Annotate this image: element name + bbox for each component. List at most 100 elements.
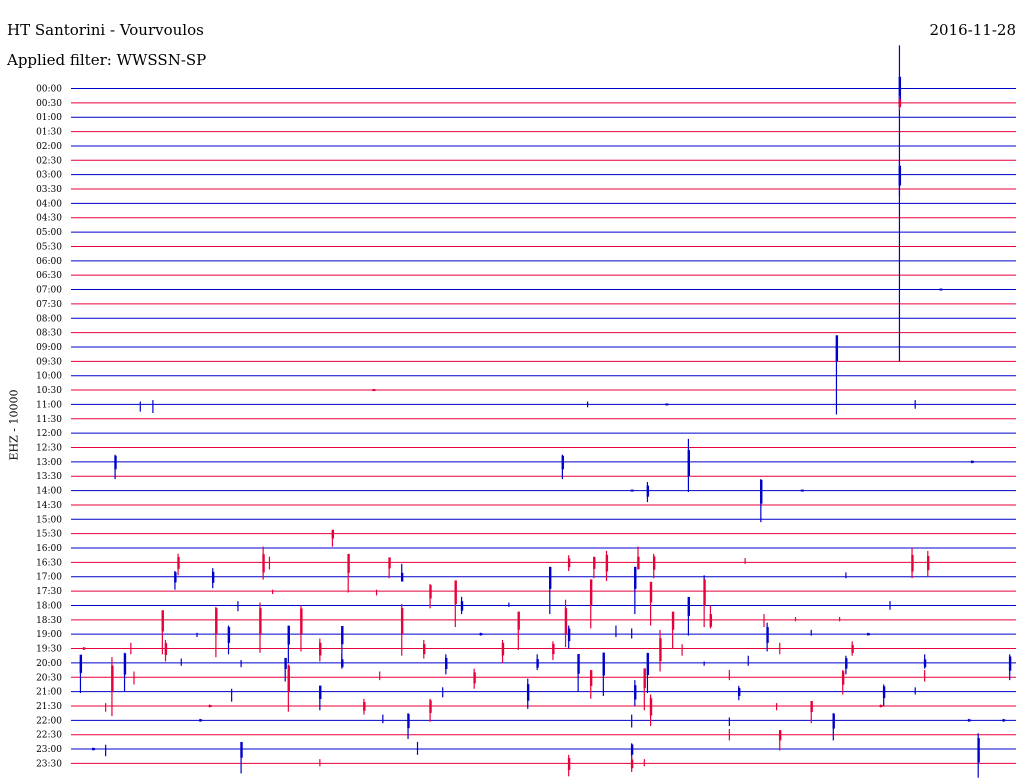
seismic-event	[347, 553, 350, 593]
seismic-event	[800, 489, 804, 492]
seismic-event	[879, 704, 883, 708]
row-label: 12:00	[36, 429, 62, 439]
trace-rows	[71, 88, 1016, 764]
seismic-event	[646, 481, 650, 503]
row-label: 04:00	[36, 199, 62, 209]
seismic-event	[227, 625, 231, 655]
seismic-event	[400, 604, 404, 656]
row-label: 06:30	[36, 271, 62, 281]
seismic-event	[939, 288, 943, 291]
seismic-event	[287, 664, 290, 712]
seismic-event	[646, 652, 650, 694]
seismic-event	[92, 747, 96, 751]
row-label: 02:00	[36, 142, 62, 152]
seismic-event	[111, 657, 114, 717]
row-label: 15:00	[36, 515, 62, 525]
seismic-event	[923, 654, 927, 669]
row-label: 21:00	[36, 688, 62, 698]
seismic-event	[665, 403, 669, 406]
seismic-event	[1008, 654, 1012, 681]
seismic-event	[564, 599, 568, 648]
row-label: 17:30	[36, 587, 62, 597]
seismic-event	[164, 639, 168, 662]
seismic-event	[577, 654, 580, 692]
seismic-event	[473, 668, 476, 689]
seismic-event	[423, 639, 426, 659]
seismic-event	[643, 668, 646, 711]
row-label: 18:30	[36, 616, 62, 626]
row-label: 12:30	[36, 444, 62, 454]
row-label: 18:00	[36, 601, 62, 611]
seismic-event	[649, 581, 653, 626]
row-label: 01:30	[36, 128, 62, 138]
seismic-event	[845, 655, 848, 675]
seismic-event	[240, 741, 243, 774]
row-label: 09:30	[36, 357, 62, 367]
seismic-event	[319, 685, 322, 711]
seismic-event	[671, 611, 675, 649]
row-label: 21:30	[36, 702, 62, 712]
seismic-event	[567, 754, 571, 777]
row-label: 00:00	[36, 85, 62, 95]
row-label: 11:00	[36, 400, 62, 410]
seismic-event	[161, 610, 164, 655]
row-label: 15:30	[36, 530, 62, 540]
seismic-event	[331, 529, 335, 547]
seismic-event	[460, 596, 464, 615]
seismic-event	[634, 680, 637, 706]
seismic-event	[687, 438, 690, 493]
seismic-event	[898, 160, 902, 197]
seismic-event	[967, 718, 971, 722]
seismic-event	[549, 566, 552, 615]
seismic-event	[977, 733, 980, 778]
seismic-events	[79, 45, 1012, 778]
seismic-event	[841, 670, 845, 695]
seismic-event	[567, 625, 571, 649]
seismic-event	[82, 647, 86, 650]
row-label: 08:00	[36, 314, 62, 324]
row-label: 05:30	[36, 242, 62, 252]
seismic-event	[177, 553, 180, 576]
seismic-event	[259, 602, 262, 653]
row-label: 23:30	[36, 759, 62, 769]
seismic-event	[445, 654, 448, 675]
seismic-event	[501, 639, 505, 663]
seismic-event	[866, 632, 870, 636]
row-label: 19:30	[36, 645, 62, 655]
row-label: 13:30	[36, 472, 62, 482]
row-label: 04:30	[36, 214, 62, 224]
seismic-event	[652, 553, 656, 579]
row-label: 07:00	[36, 286, 62, 296]
seismic-event	[552, 641, 555, 661]
row-label: 02:30	[36, 156, 62, 166]
seismic-event	[479, 632, 483, 636]
seismic-event	[114, 454, 117, 480]
seismic-event	[300, 605, 303, 652]
row-label: 09:00	[36, 343, 62, 353]
seismic-event	[284, 657, 287, 682]
seismic-event	[589, 670, 593, 699]
row-label: 14:00	[36, 487, 62, 497]
row-time-labels: 00:00 00:30 01:00 01:30 02:00 02:30 03:00 03:30…	[36, 85, 62, 770]
seismic-event	[287, 625, 290, 663]
seismic-event	[79, 654, 83, 694]
seismic-event	[517, 611, 520, 650]
seismic-event	[211, 568, 215, 589]
seismic-event	[630, 756, 634, 773]
seismic-event	[208, 704, 212, 708]
seismic-event	[589, 579, 593, 629]
helicorder-plot: 00:00 00:30 01:00 01:30 02:00 02:30 03:00 03:30…	[36, 45, 1016, 778]
row-label: 07:30	[36, 300, 62, 310]
seismic-event	[687, 596, 690, 636]
seismic-event	[911, 548, 914, 579]
row-label: 13:00	[36, 458, 62, 468]
seismic-event	[319, 638, 322, 662]
row-label: 22:00	[36, 716, 62, 726]
row-label: 08:30	[36, 329, 62, 339]
seismic-event	[1002, 718, 1006, 722]
seismic-event	[778, 730, 782, 751]
seismic-event	[262, 546, 265, 580]
row-label: 03:30	[36, 185, 62, 195]
row-label: 16:30	[36, 558, 62, 568]
row-label: 11:30	[36, 415, 62, 425]
